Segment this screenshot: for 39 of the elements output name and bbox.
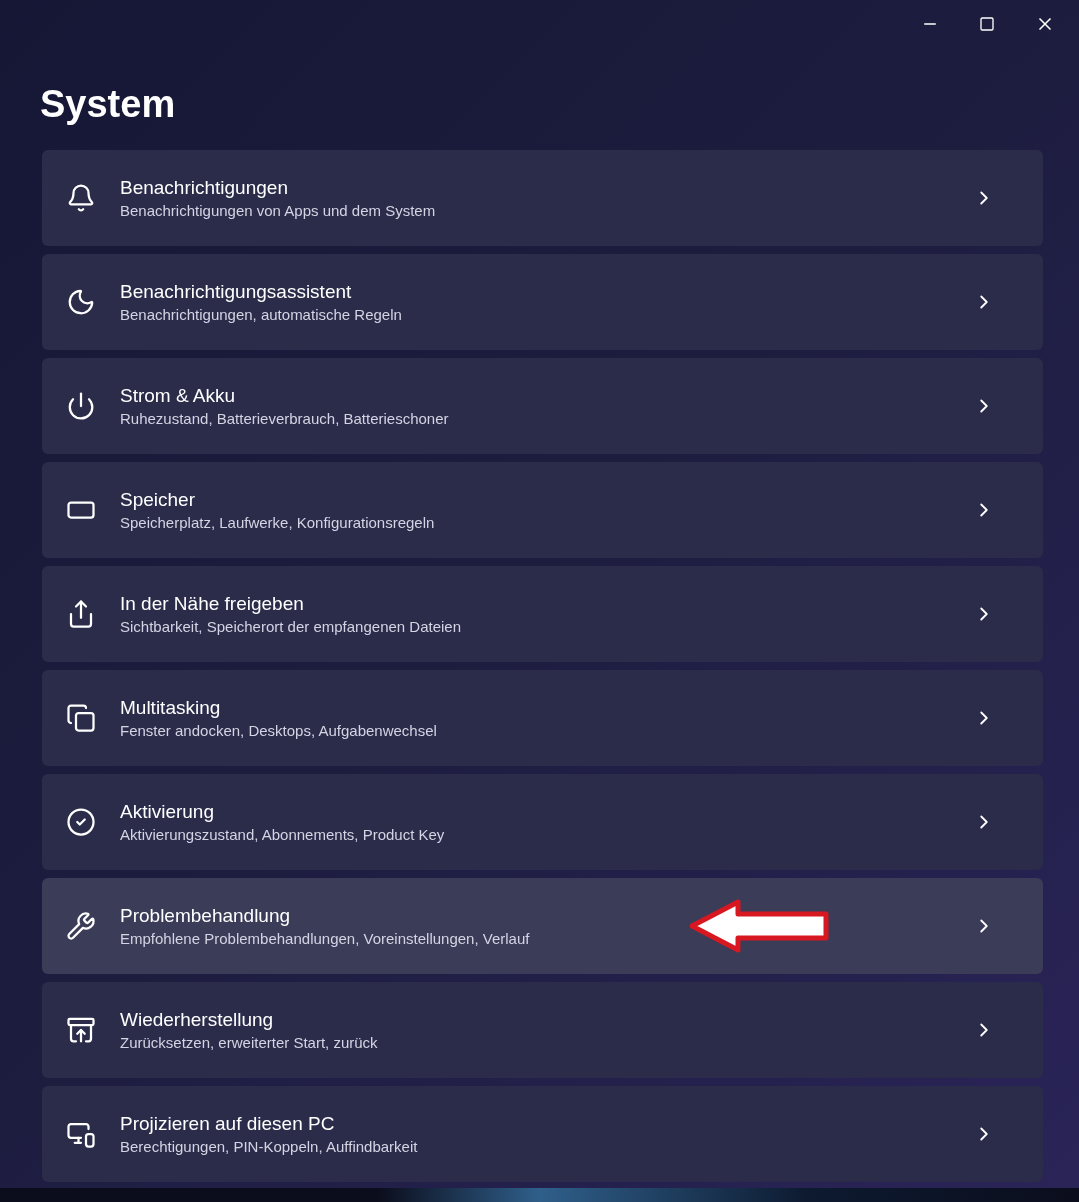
item-title: Aktivierung bbox=[120, 800, 215, 824]
item-title: Strom & Akku bbox=[120, 384, 237, 408]
bell-icon bbox=[66, 183, 96, 213]
item-title: Problembehandlung bbox=[120, 904, 292, 928]
settings-item[interactable]: Strom & Akku Ruhezustand, Batterieverbrauch, Batterieschoner bbox=[42, 358, 1043, 454]
wrench-icon bbox=[66, 911, 96, 941]
item-subtitle: Aktivierungszustand, Abonnements, Product Key bbox=[120, 825, 446, 845]
settings-item[interactable]: Aktivierung Aktivierungszustand, Abonnements, Product Key bbox=[42, 774, 1043, 870]
item-title: In der Nähe freigeben bbox=[120, 592, 305, 616]
power-icon bbox=[66, 391, 96, 421]
settings-item[interactable]: Projizieren auf diesen PC Berechtigungen, PIN-Koppeln, Auffindbarkeit bbox=[42, 1086, 1043, 1182]
page-title: System bbox=[40, 82, 176, 127]
restore-icon bbox=[66, 1015, 96, 1045]
item-subtitle: Fenster andocken, Desktops, Aufgabenwechsel bbox=[120, 721, 438, 741]
item-title: Speicher bbox=[120, 488, 196, 512]
item-subtitle: Speicherplatz, Laufwerke, Konfigurationsregeln bbox=[120, 513, 436, 533]
settings-item[interactable]: Problembehandlung Empfohlene Problembehandlungen, Voreinstellungen, Verlauf bbox=[42, 878, 1043, 974]
item-subtitle: Benachrichtigungen, automatische Regeln bbox=[120, 305, 403, 325]
settings-item[interactable]: Benachrichtigungsassistent Benachrichtigungen, automatische Regeln bbox=[42, 254, 1043, 350]
windows-icon bbox=[66, 703, 96, 733]
item-subtitle: Zurücksetzen, erweiterter Start, zurück bbox=[120, 1033, 379, 1053]
item-title: Benachrichtigungen bbox=[120, 176, 289, 200]
check-circle-icon bbox=[66, 807, 96, 837]
item-subtitle: Sichtbarkeit, Speicherort der empfangenen Dateien bbox=[120, 617, 463, 637]
item-subtitle: Benachrichtigungen von Apps und dem System bbox=[120, 201, 437, 221]
moon-icon bbox=[66, 287, 96, 317]
item-title: Benachrichtigungsassistent bbox=[120, 280, 353, 304]
maximize-icon[interactable] bbox=[979, 16, 995, 32]
item-subtitle: Berechtigungen, PIN-Koppeln, Auffindbarkeit bbox=[120, 1137, 419, 1157]
item-subtitle: Ruhezustand, Batterieverbrauch, Batterieschoner bbox=[120, 409, 450, 429]
item-title: Multitasking bbox=[120, 696, 222, 720]
settings-item[interactable]: Wiederherstellung Zurücksetzen, erweiterter Start, zurück bbox=[42, 982, 1043, 1078]
settings-item[interactable]: Multitasking Fenster andocken, Desktops, Aufgabenwechsel bbox=[42, 670, 1043, 766]
item-title: Wiederherstellung bbox=[120, 1008, 275, 1032]
item-subtitle: Empfohlene Problembehandlungen, Voreinstellungen, Verlauf bbox=[120, 929, 531, 949]
settings-item[interactable]: Speicher Speicherplatz, Laufwerke, Konfigurationsregeln bbox=[42, 462, 1043, 558]
settings-item[interactable]: In der Nähe freigeben Sichtbarkeit, Speicherort der empfangenen Dateien bbox=[42, 566, 1043, 662]
item-title: Projizieren auf diesen PC bbox=[120, 1112, 336, 1136]
settings-item[interactable]: Benachrichtigungen Benachrichtigungen von Apps und dem System bbox=[42, 150, 1043, 246]
